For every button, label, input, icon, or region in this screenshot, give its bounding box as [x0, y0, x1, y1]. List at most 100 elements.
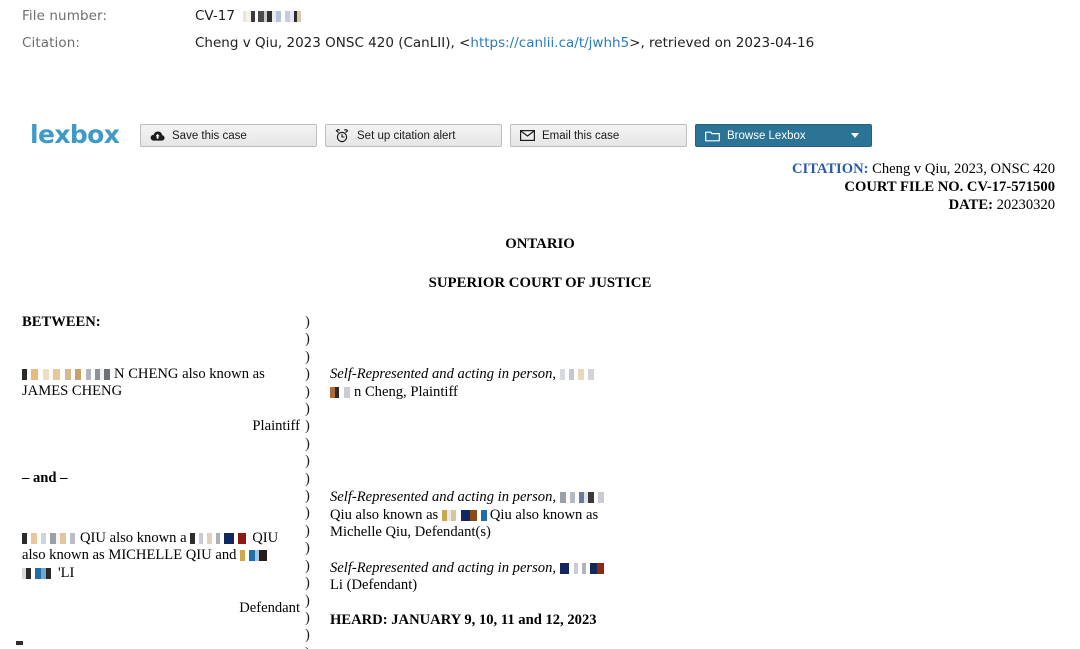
between-label: BETWEEN:	[22, 314, 101, 330]
plaintiff-role-label: Plaintiff	[252, 417, 300, 434]
redaction-plaintiff-given-name	[22, 368, 114, 380]
defendant-name-line-1: QIU also known a QIU	[22, 530, 300, 547]
file-number-value: CV-17	[195, 8, 302, 24]
citation-header-line: CITATION: Cheng v Qiu, 2023, ONSC 420	[0, 160, 1055, 178]
defendant-rep2-prefix: Self-Represented and acting in person,	[330, 559, 557, 576]
redaction-file-number	[239, 11, 302, 22]
court-file-no-key: COURT FILE NO.	[844, 179, 964, 195]
paren-glyph: )	[305, 522, 310, 539]
defendant-name-line-2: also known as MICHELLE QIU and	[22, 547, 300, 564]
redaction-defendant-rep1-name-b	[441, 509, 490, 521]
email-this-case-button[interactable]: Email this case	[510, 124, 687, 147]
redaction-plaintiff-rep-name-b	[330, 386, 354, 398]
document-metadata-header: File number: CV-17 Citation: Cheng v Qiu…	[0, 0, 1080, 62]
defendant-rep2-line-2: Li (Defendant)	[330, 577, 418, 594]
plaintiff-rep-line-1: Self-Represented and acting in person,	[330, 366, 750, 384]
citation-label: Citation:	[22, 35, 81, 51]
citation-source-link[interactable]: https://canlii.ca/t/jwhh5	[470, 35, 629, 51]
save-this-case-button[interactable]: Save this case	[140, 124, 317, 147]
defendant-name-line-2-text: also known as MICHELLE QIU and	[22, 547, 237, 564]
heard-value: JANUARY 9, 10, 11 and 12, 2023	[391, 612, 597, 629]
cloud-upload-icon	[149, 128, 165, 143]
envelope-icon	[519, 128, 535, 143]
redaction-defendant-alias-1	[190, 532, 253, 544]
plaintiff-name-line-1: N CHENG also known as	[22, 366, 300, 383]
email-this-case-label: Email this case	[542, 129, 620, 142]
set-up-citation-alert-label: Set up citation alert	[357, 129, 456, 142]
citation-retrieved-text: >, retrieved on 2023-04-16	[629, 35, 815, 51]
redaction-defendant-alias-2	[240, 550, 275, 562]
defendant-name-mid: QIU also known a	[80, 529, 187, 546]
plaintiff-representation: Self-Represented and acting in person, n…	[330, 366, 750, 401]
paren-glyph: )	[305, 627, 310, 644]
citation-header-block: CITATION: Cheng v Qiu, 2023, ONSC 420 CO…	[0, 160, 1080, 214]
citation-header-key: CITATION:	[792, 161, 869, 177]
paren-glyph: )	[305, 645, 319, 649]
defendant-representation-2: Self-Represented and acting in person, L…	[330, 560, 750, 595]
file-number-prefix: CV-17	[195, 8, 235, 24]
defendant-rep1-line2-b: Qiu also known as	[489, 506, 599, 523]
file-number-label: File number:	[22, 8, 108, 24]
plaintiff-name-suffix: N CHENG also known as	[114, 365, 265, 382]
paren-glyph: )	[305, 575, 310, 592]
representation-column: Self-Represented and acting in person, n…	[330, 314, 750, 630]
parenthesis-column: ))))))))))))))))))))	[305, 314, 319, 649]
heard-key: HEARD:	[330, 612, 388, 629]
plaintiff-rep-prefix: Self-Represented and acting in person,	[330, 366, 557, 382]
plaintiff-rep-suffix: n Cheng, Plaintiff	[354, 383, 458, 400]
court-file-no-line: COURT FILE NO. CV-17-571500	[0, 178, 1055, 196]
paren-glyph: )	[305, 488, 310, 505]
defendant-rep1-prefix: Self-Represented and acting in person,	[330, 489, 557, 506]
paren-glyph: )	[305, 540, 310, 557]
metadata-row-file-number: File number: CV-17	[0, 8, 1080, 35]
defendant-name-line-3: 'LI	[22, 565, 300, 582]
plaintiff-rep-line-2: n Cheng, Plaintiff	[330, 384, 750, 402]
defendant-role-label: Defendant	[239, 599, 300, 616]
paren-glyph: )	[305, 314, 310, 330]
heard-line: HEARD: JANUARY 9, 10, 11 and 12, 2023	[330, 612, 750, 630]
paren-glyph: )	[305, 609, 310, 626]
plaintiff-name-line-2: JAMES CHENG	[22, 383, 123, 400]
date-value: 20230320	[996, 197, 1055, 213]
citation-value: Cheng v Qiu, 2023 ONSC 420 (CanLII), <ht…	[195, 35, 814, 51]
redaction-plaintiff-rep-name-a	[559, 369, 600, 380]
date-key: DATE:	[948, 197, 993, 213]
defendant-name-end: QIU	[252, 529, 279, 546]
paren-glyph: )	[305, 418, 310, 435]
paren-glyph: )	[305, 453, 310, 470]
redaction-defendant-rep1-name-a	[559, 492, 604, 504]
defendant-rep1-line2-a: Qiu also known as	[330, 506, 439, 523]
redaction-defendant-rep2-name	[559, 562, 608, 574]
lexbox-toolbar: lexbox Save this case Set up citation al…	[0, 120, 1080, 149]
court-file-no-value: CV-17-571500	[966, 179, 1055, 195]
paren-glyph: )	[305, 366, 310, 383]
parties-section: )))))))))))))))))))) BETWEEN: N CHENG al…	[0, 314, 1080, 649]
chevron-down-icon[interactable]	[851, 133, 859, 138]
paren-glyph: )	[305, 470, 310, 487]
defendant-rep2-line-1: Self-Represented and acting in person,	[330, 560, 750, 578]
browse-lexbox-button[interactable]: Browse Lexbox	[695, 124, 872, 147]
redaction-defendant-alias-3	[22, 567, 58, 579]
alarm-clock-icon	[334, 128, 350, 143]
set-up-citation-alert-button[interactable]: Set up citation alert	[325, 124, 502, 147]
paren-glyph: )	[305, 505, 310, 522]
party-names-column: BETWEEN: N CHENG also known as JAMES CHE…	[22, 314, 300, 617]
citation-text: Cheng v Qiu, 2023 ONSC 420 (CanLII), <	[195, 35, 471, 51]
and-separator: – and –	[22, 470, 68, 487]
paren-glyph: )	[305, 348, 310, 365]
defendant-rep1-line-3: Michelle Qiu, Defendant(s)	[330, 524, 491, 541]
paren-glyph: )	[305, 592, 310, 609]
defendant-rep1-line-1: Self-Represented and acting in person,	[330, 489, 750, 507]
browse-lexbox-label: Browse Lexbox	[727, 129, 806, 142]
court-jurisdiction-heading: ONTARIO	[505, 236, 575, 252]
metadata-row-citation: Citation: Cheng v Qiu, 2023 ONSC 420 (Ca…	[0, 35, 1080, 62]
paren-glyph: )	[305, 401, 310, 418]
judgment-document: CITATION: Cheng v Qiu, 2023, ONSC 420 CO…	[0, 160, 1080, 649]
folder-icon	[704, 128, 720, 143]
paren-glyph: )	[305, 383, 310, 400]
redaction-defendant-given-name-1	[22, 532, 80, 544]
lexbox-logo: lexbox	[30, 120, 120, 149]
defendant-rep1-line-2: Qiu also known as Qiu also known as	[330, 507, 750, 525]
defendant-representation-1: Self-Represented and acting in person, Q…	[330, 489, 750, 542]
court-division-heading: SUPERIOR COURT OF JUSTICE	[428, 275, 652, 291]
